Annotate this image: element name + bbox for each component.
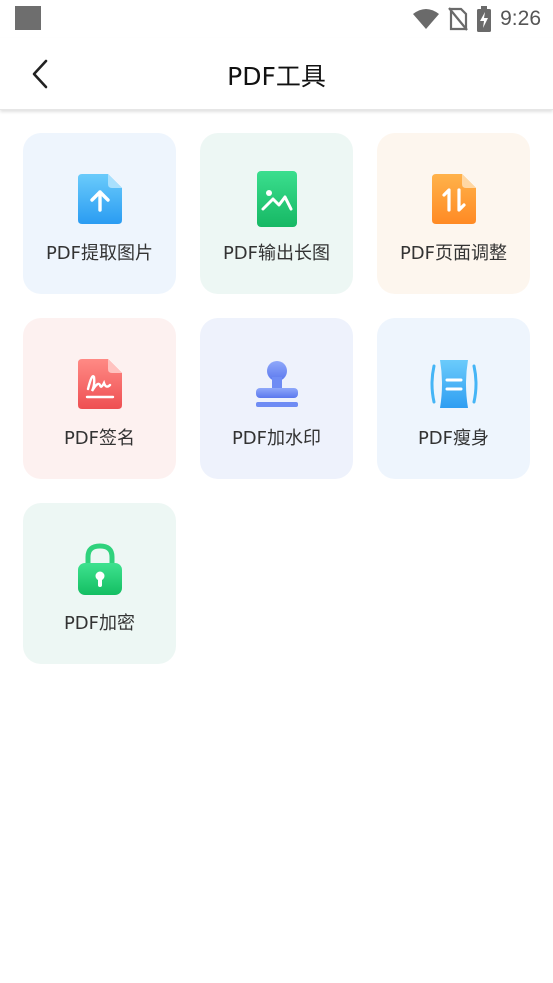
pdf-watermark-stamp-icon	[249, 356, 305, 412]
tool-label: PDF加水印	[231, 428, 322, 449]
page-title: PDF工具	[227, 62, 326, 91]
tool-label: PDF页面调整	[399, 243, 508, 264]
no-sim-icon	[448, 7, 468, 31]
tool-label: PDF输出长图	[222, 243, 331, 264]
tool-card-compress[interactable]: PDF瘦身	[377, 318, 530, 479]
app-header: PDF工具	[0, 38, 553, 110]
tool-label: PDF提取图片	[45, 243, 154, 264]
pdf-tools-grid: PDF提取图片 PDF输出长图 PDF页面调整 PDF签名 PDF加水印 PDF…	[23, 133, 530, 664]
pdf-extract-image-icon	[72, 171, 128, 227]
tool-card-encrypt[interactable]: PDF加密	[23, 503, 176, 664]
tool-label: PDF瘦身	[417, 428, 490, 449]
pdf-long-image-icon	[249, 171, 305, 227]
status-bar: 9:26	[0, 0, 553, 38]
pdf-signature-icon	[72, 356, 128, 412]
pdf-compress-icon	[426, 356, 482, 412]
status-time: 9:26	[500, 7, 541, 30]
tool-card-long-image[interactable]: PDF输出长图	[200, 133, 353, 294]
tool-card-watermark[interactable]: PDF加水印	[200, 318, 353, 479]
battery-charging-icon	[477, 6, 492, 32]
tool-label: PDF加密	[63, 613, 136, 634]
tool-card-signature[interactable]: PDF签名	[23, 318, 176, 479]
notification-square-icon	[15, 6, 41, 30]
wifi-icon	[413, 9, 440, 29]
tool-card-extract-image[interactable]: PDF提取图片	[23, 133, 176, 294]
pdf-encrypt-lock-icon	[72, 541, 128, 597]
status-icons: 9:26	[412, 6, 541, 32]
pdf-page-adjust-icon	[426, 171, 482, 227]
tool-card-page-adjust[interactable]: PDF页面调整	[377, 133, 530, 294]
tool-label: PDF签名	[63, 428, 136, 449]
